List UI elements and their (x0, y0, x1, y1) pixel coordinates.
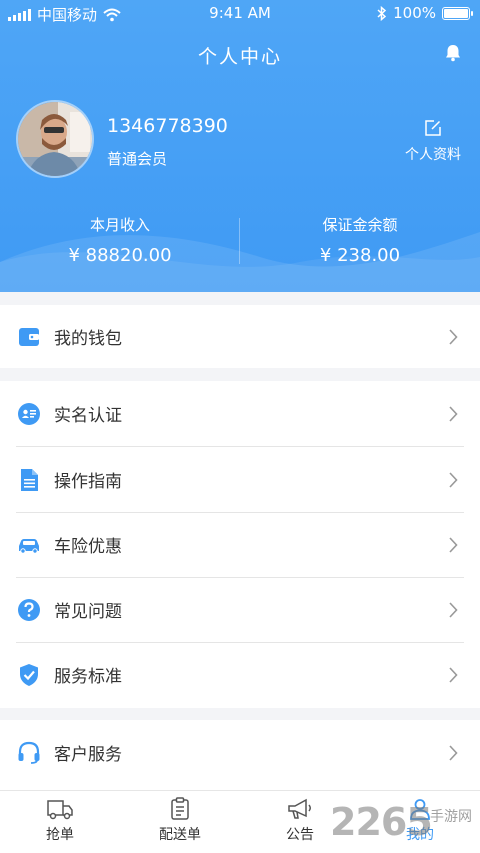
settings-card: 实名认证 操作指南 车险优惠 常见问题 服务标准 (0, 381, 480, 708)
chevron-right-icon (449, 471, 458, 488)
edit-icon (425, 120, 441, 136)
tab-delivery-label: 配送单 (159, 827, 201, 843)
profile-header: 中国移动 9:41 AM 100% 个人中心 1346778390 普通会员 个… (0, 0, 480, 292)
status-bar: 中国移动 9:41 AM 100% (0, 0, 480, 28)
battery-icon (442, 6, 473, 20)
page-title: 个人中心 (197, 46, 282, 68)
menu-item-faq[interactable]: 常见问题 (0, 577, 480, 642)
service-card: 客户服务 (0, 720, 480, 790)
tab-grab-label: 抢单 (46, 827, 74, 843)
member-level: 普通会员 (107, 150, 168, 168)
menu-item-verify[interactable]: 实名认证 (0, 381, 480, 446)
monthly-income: 本月收入 ¥ 88820.00 (0, 214, 240, 266)
truck-icon (47, 800, 73, 820)
menu-item-service[interactable]: 客户服务 (0, 720, 480, 785)
deposit-balance: 保证金余额 ¥ 238.00 (240, 214, 480, 266)
bell-icon[interactable] (443, 43, 463, 63)
avatar-photo (18, 102, 92, 176)
shield-check-icon (20, 663, 38, 686)
monthly-income-label: 本月收入 (89, 216, 150, 234)
tab-notice[interactable]: 公告 (260, 797, 340, 844)
menu-label-verify: 实名认证 (54, 406, 122, 426)
menu-item-insurance[interactable]: 车险优惠 (0, 512, 480, 577)
tab-grab[interactable]: 抢单 (20, 797, 100, 844)
car-icon (19, 538, 39, 554)
chevron-right-icon (449, 536, 458, 553)
avatar[interactable] (16, 100, 94, 178)
menu-item-guide[interactable]: 操作指南 (0, 447, 480, 512)
question-icon (18, 598, 40, 621)
menu-item-standard[interactable]: 服务标准 (0, 642, 480, 707)
chevron-right-icon (449, 666, 458, 683)
menu-item-wallet[interactable]: 我的钱包 (0, 305, 480, 368)
menu-label-insurance: 车险优惠 (54, 537, 122, 557)
menu-label-service: 客户服务 (54, 745, 122, 765)
headset-icon (18, 741, 40, 764)
deposit-balance-label: 保证金余额 (322, 216, 398, 234)
watermark-site: 手游网 (430, 809, 472, 825)
deposit-balance-value: ¥ 238.00 (319, 245, 401, 266)
tab-delivery[interactable]: 配送单 (140, 797, 220, 844)
chevron-right-icon (449, 744, 458, 761)
chevron-right-icon (449, 601, 458, 618)
user-phone: 1346778390 (107, 115, 228, 137)
watermark-number: 2265 (330, 800, 433, 844)
edit-profile-label: 个人资料 (405, 147, 461, 163)
wallet-icon (19, 327, 39, 346)
menu-label-guide: 操作指南 (54, 472, 122, 492)
menu-label-faq: 常见问题 (54, 602, 122, 622)
monthly-income-value: ¥ 88820.00 (68, 245, 172, 266)
chevron-right-icon (449, 328, 458, 345)
chevron-right-icon (449, 405, 458, 422)
menu-label-standard: 服务标准 (54, 667, 122, 687)
tab-notice-label: 公告 (286, 827, 314, 843)
battery-percent: 100% (393, 4, 436, 22)
document-icon (21, 468, 38, 491)
wallet-card: 我的钱包 (0, 305, 480, 368)
bluetooth-icon (377, 5, 387, 21)
id-card-icon (18, 402, 40, 425)
edit-profile-button[interactable]: 个人资料 (400, 118, 466, 164)
menu-label-wallet: 我的钱包 (54, 329, 122, 349)
megaphone-icon (288, 798, 311, 819)
clipboard-icon (171, 797, 189, 820)
